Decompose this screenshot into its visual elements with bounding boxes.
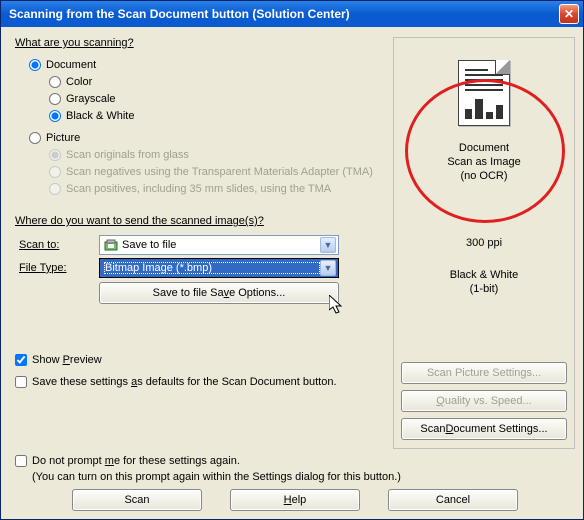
radio-grayscale-input[interactable] xyxy=(49,93,61,105)
check-show-preview[interactable]: Show Preview xyxy=(15,352,387,368)
dialog-window: Scanning from the Scan Document button (… xyxy=(0,0,584,520)
scan-picture-settings-button: Scan Picture Settings... xyxy=(401,362,567,384)
radio-bw-label: Black & White xyxy=(66,110,134,122)
scan-button[interactable]: Scan xyxy=(72,489,202,511)
radio-originals-glass: Scan originals from glass xyxy=(49,147,387,163)
question-what-scanning: What are you scanning? xyxy=(15,37,387,49)
radio-color-label: Color xyxy=(66,76,92,88)
radio-document-input[interactable] xyxy=(29,59,41,71)
question-send-where: Where do you want to send the scanned im… xyxy=(15,215,387,227)
scan-to-label: Scan to: xyxy=(19,239,99,251)
radio-negatives-tma: Scan negatives using the Transparent Mat… xyxy=(49,164,387,180)
radio-negatives-tma-label: Scan negatives using the Transparent Mat… xyxy=(66,166,373,178)
radio-originals-glass-input xyxy=(49,149,61,161)
file-type-combo[interactable]: Bitmap Image (*.bmp) ▼ xyxy=(99,258,339,278)
window-title: Scanning from the Scan Document button (… xyxy=(9,7,559,21)
preview-thumbnail xyxy=(443,50,525,136)
quality-speed-button: Quality vs. Speed... xyxy=(401,390,567,412)
no-prompt-note: (You can turn on this prompt again withi… xyxy=(32,471,575,483)
check-show-preview-input[interactable] xyxy=(15,354,27,366)
client-area: What are you scanning? Document Color Gr… xyxy=(1,27,583,519)
radio-color-input[interactable] xyxy=(49,76,61,88)
radio-originals-glass-label: Scan originals from glass xyxy=(66,149,189,161)
radio-negatives-tma-input xyxy=(49,166,61,178)
scan-to-value: Save to file xyxy=(122,239,320,251)
resolution-text: 300 ppi xyxy=(466,237,502,251)
radio-picture-input[interactable] xyxy=(29,132,41,144)
color-mode-text: Black & White (1-bit) xyxy=(450,269,518,297)
radio-bw[interactable]: Black & White xyxy=(49,108,387,124)
scan-document-settings-button[interactable]: Scan Document Settings... xyxy=(401,418,567,440)
radio-picture-label: Picture xyxy=(46,132,80,144)
check-show-preview-label: Show Preview xyxy=(32,354,102,366)
document-icon xyxy=(458,60,510,126)
help-button[interactable]: Help xyxy=(230,489,360,511)
check-save-defaults-label: Save these settings as defaults for the … xyxy=(32,376,337,388)
radio-document-label: Document xyxy=(46,59,96,71)
radio-bw-input[interactable] xyxy=(49,110,61,122)
close-icon: ✕ xyxy=(564,7,574,21)
left-panel: What are you scanning? Document Color Gr… xyxy=(15,37,387,449)
disk-icon xyxy=(104,239,118,251)
radio-positives-tma-label: Scan positives, including 35 mm slides, … xyxy=(66,183,331,195)
button-bar: Scan Help Cancel xyxy=(15,489,575,511)
radio-color[interactable]: Color xyxy=(49,74,387,90)
radio-picture[interactable]: Picture xyxy=(29,130,387,146)
radio-positives-tma-input xyxy=(49,183,61,195)
cancel-button[interactable]: Cancel xyxy=(388,489,518,511)
scan-to-combo[interactable]: Save to file ▼ xyxy=(99,235,339,255)
chevron-down-icon[interactable]: ▼ xyxy=(320,260,336,276)
save-options-button[interactable]: Save to file Save Options... xyxy=(99,282,339,304)
radio-grayscale-label: Grayscale xyxy=(66,93,116,105)
titlebar: Scanning from the Scan Document button (… xyxy=(1,1,583,27)
file-type-label: File Type: xyxy=(19,262,99,274)
radio-document[interactable]: Document xyxy=(29,57,387,73)
radio-grayscale[interactable]: Grayscale xyxy=(49,91,387,107)
chevron-down-icon[interactable]: ▼ xyxy=(320,237,336,253)
close-button[interactable]: ✕ xyxy=(559,4,579,24)
check-no-prompt[interactable]: Do not prompt me for these settings agai… xyxy=(15,453,575,469)
radio-positives-tma: Scan positives, including 35 mm slides, … xyxy=(49,181,387,197)
check-no-prompt-input[interactable] xyxy=(15,455,27,467)
preview-caption: Document Scan as Image (no OCR) xyxy=(447,142,520,183)
check-no-prompt-label: Do not prompt me for these settings agai… xyxy=(32,455,240,467)
check-save-defaults[interactable]: Save these settings as defaults for the … xyxy=(15,374,387,390)
right-panel: Document Scan as Image (no OCR) 300 ppi … xyxy=(393,37,575,449)
check-save-defaults-input[interactable] xyxy=(15,376,27,388)
file-type-value: Bitmap Image (*.bmp) xyxy=(104,262,320,274)
